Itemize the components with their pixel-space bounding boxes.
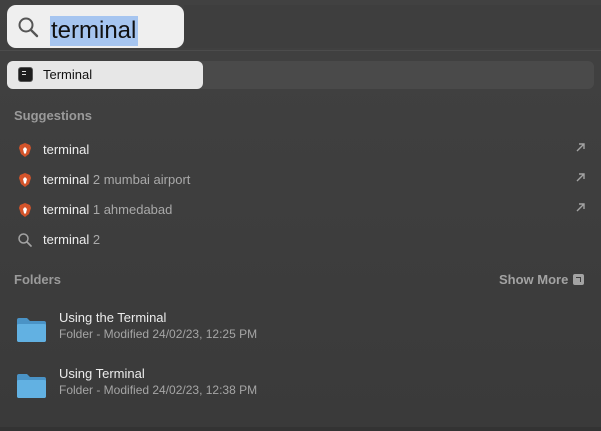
suggestion-item[interactable]: terminal 2 — [0, 225, 601, 255]
open-arrow-icon[interactable] — [575, 202, 586, 213]
folder-result[interactable]: Using the Terminal Folder - Modified 24/… — [0, 310, 601, 360]
suggestion-item[interactable]: terminal 2 mumbai airport — [0, 165, 601, 195]
brave-browser-icon — [19, 173, 31, 187]
folder-meta: Folder - Modified 24/02/23, 12:25 PM — [59, 327, 258, 341]
suggestion-label: terminal 2 — [43, 232, 101, 247]
show-more-button[interactable]: Show More — [499, 272, 568, 287]
folder-icon — [17, 318, 46, 342]
terminal-app-icon — [18, 67, 33, 82]
brave-browser-icon — [19, 143, 31, 157]
suggestion-label: terminal 2 mumbai airport — [43, 172, 191, 187]
suggestions-header: Suggestions — [14, 108, 93, 123]
suggestion-label: terminal — [43, 142, 90, 157]
folder-icon — [17, 374, 46, 398]
top-hit-label: Terminal — [43, 67, 93, 82]
search-input-text[interactable]: terminal — [50, 16, 139, 46]
panel-bottom-edge — [0, 427, 601, 431]
suggestion-item[interactable]: terminal — [0, 135, 601, 165]
divider — [0, 50, 601, 51]
search-icon — [18, 233, 32, 247]
search-field[interactable]: terminal — [7, 5, 184, 48]
brave-browser-icon — [19, 203, 31, 217]
folder-result[interactable]: Using Terminal Folder - Modified 24/02/2… — [0, 366, 601, 416]
search-bar-extension — [184, 5, 601, 48]
open-arrow-icon[interactable] — [575, 142, 586, 153]
top-hit-terminal[interactable]: Terminal — [7, 61, 203, 89]
show-more-icon[interactable] — [573, 274, 584, 285]
suggestion-label: terminal 1 ahmedabad — [43, 202, 173, 217]
open-arrow-icon[interactable] — [575, 172, 586, 183]
suggestion-item[interactable]: terminal 1 ahmedabad — [0, 195, 601, 225]
folder-name: Using Terminal — [59, 366, 145, 381]
search-icon — [18, 17, 39, 38]
folder-name: Using the Terminal — [59, 310, 167, 325]
folders-header: Folders — [14, 272, 61, 287]
folder-meta: Folder - Modified 24/02/23, 12:38 PM — [59, 383, 258, 397]
